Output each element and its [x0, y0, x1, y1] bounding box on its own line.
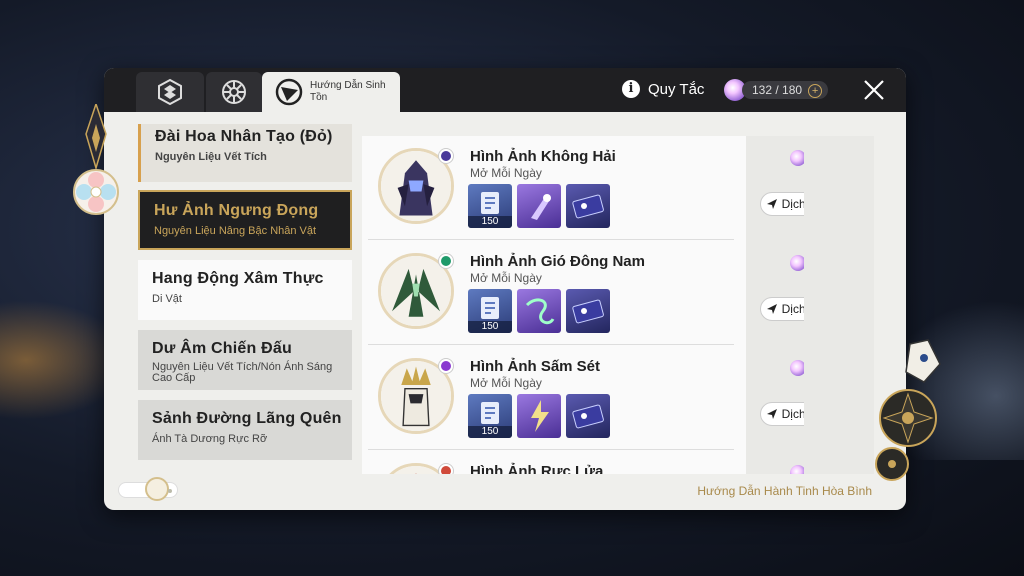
ascension-material-icon — [531, 194, 551, 220]
reward-list: 150 — [468, 289, 610, 333]
list-item: Hình Ảnh Không Hải Mở Mỗi Ngày 150 30 — [362, 136, 804, 240]
sidebar-item-stagnant-shadow[interactable]: Hư Ảnh Ngưng Đọng Nguyên Liệu Nâng Bậc N… — [138, 190, 352, 250]
teleport-icon — [766, 304, 777, 314]
sidebar-item-forgotten-hall[interactable]: Sảnh Đường Lãng Quên Ánh Tà Dương Rực Rỡ — [138, 400, 352, 460]
info-icon: i — [622, 80, 640, 98]
domain-frequency: Mở Mỗi Ngày — [470, 271, 542, 285]
reward-credit-card[interactable] — [566, 184, 610, 228]
trailblaze-power: 132 / 180 + — [724, 79, 829, 101]
energy-value: 132 / 180 — [752, 83, 803, 97]
reward-list: 150 — [468, 184, 610, 228]
power-orb-icon — [790, 150, 804, 166]
sidebar-item-sub: Nguyên Liệu Vết Tích/Nón Ánh Sáng Cao Cấ… — [152, 361, 333, 384]
power-cost: 30 — [790, 465, 804, 474]
teleport-icon — [766, 409, 777, 419]
list-item: Hình Ảnh Gió Đông Nam Mở Mỗi Ngày 150 30 — [362, 241, 804, 345]
rules-button[interactable]: i Quy Tắc — [622, 80, 704, 98]
ornament-flower-left-icon — [73, 104, 119, 215]
element-icon — [438, 148, 454, 164]
tab-cube[interactable] — [136, 72, 204, 112]
close-icon[interactable] — [862, 78, 886, 102]
fuel-card-icon — [572, 194, 604, 219]
footer-guide-title: Hướng Dẫn Hành Tinh Hòa Bình — [697, 484, 872, 498]
domain-frequency: Mở Mỗi Ngày — [470, 166, 542, 180]
emblem-icon — [145, 477, 169, 501]
teleport-button[interactable]: Dịch Chuyển — [760, 297, 804, 321]
teleport-label: Dịch Chuyển — [781, 302, 804, 316]
row-divider — [368, 239, 734, 240]
reward-exp-material[interactable]: 150 — [468, 394, 512, 438]
lightning-material-icon — [531, 400, 549, 432]
rules-label: Quy Tắc — [648, 80, 705, 98]
reward-credit-card[interactable] — [566, 394, 610, 438]
add-energy-button[interactable]: + — [808, 84, 823, 98]
sidebar-item-sub: Di Vật — [152, 293, 182, 305]
list-item: Hình Ảnh Sấm Sét Mở Mỗi Ngày 150 30 — [362, 346, 804, 450]
teleport-label: Dịch Chuyển — [781, 197, 804, 211]
domain-frequency: Mở Mỗi Ngày — [470, 376, 542, 390]
energy-count: 132 / 180 + — [742, 81, 829, 99]
domain-list[interactable]: Hình Ảnh Không Hải Mở Mỗi Ngày 150 30 — [362, 136, 804, 474]
sidebar-item-cavern-of-corrosion[interactable]: Hang Động Xâm Thực Di Vật — [138, 260, 352, 320]
reward-exp-material[interactable]: 150 — [468, 289, 512, 333]
domain-name: Hình Ảnh Sấm Sét — [470, 358, 601, 375]
row-divider — [368, 449, 734, 450]
indicator-dot — [168, 489, 172, 493]
reward-list: 150 — [468, 394, 610, 438]
domain-name: Hình Ảnh Không Hải — [470, 148, 616, 165]
sidebar-item-title: Dư Âm Chiến Đấu — [152, 340, 292, 357]
reward-quantity: 150 — [468, 321, 512, 333]
guide-panel: Hướng Dẫn Sinh Tồn i Quy Tắc 132 / 180 + … — [104, 68, 906, 510]
ornament-flower-right-icon — [875, 339, 941, 481]
power-cost: 30 — [790, 255, 804, 271]
top-bar: Hướng Dẫn Sinh Tồn i Quy Tắc 132 / 180 + — [104, 68, 906, 112]
teleport-label: Dịch Chuyển — [781, 407, 804, 421]
reward-exp-material[interactable]: 150 — [468, 184, 512, 228]
sidebar-item-title: Sảnh Đường Lãng Quên — [152, 410, 342, 427]
teleport-button[interactable]: Dịch Chuyển — [760, 192, 804, 216]
sidebar-item-sub: Nguyên Liệu Vết Tích — [155, 151, 267, 163]
element-icon — [438, 253, 454, 269]
sidebar-item-title: Đài Hoa Nhân Tạo (Đỏ) — [155, 128, 333, 145]
sidebar-item-crimson-calyx[interactable]: Đài Hoa Nhân Tạo (Đỏ) Nguyên Liệu Vết Tí… — [138, 124, 352, 182]
element-icon — [438, 463, 454, 474]
survival-guide-icon — [275, 78, 303, 106]
teleport-button[interactable]: Dịch Chuyển — [760, 402, 804, 426]
reward-quantity: 150 — [468, 216, 512, 228]
list-item: Hình Ảnh Rực Lửa 30 — [362, 451, 804, 474]
tab-survival-guide-label: Hướng Dẫn Sinh Tồn — [310, 80, 386, 103]
reward-ascension-material[interactable] — [517, 289, 561, 333]
reward-credit-card[interactable] — [566, 289, 610, 333]
power-cost: 30 — [790, 360, 804, 376]
sidebar-item-echo-of-war[interactable]: Dư Âm Chiến Đấu Nguyên Liệu Vết Tích/Nón… — [138, 330, 352, 390]
fuel-card-icon — [572, 404, 604, 429]
reward-quantity: 150 — [468, 426, 512, 438]
power-cost: 30 — [790, 150, 804, 166]
domain-name: Hình Ảnh Rực Lửa — [470, 463, 604, 474]
power-orb-icon — [790, 360, 804, 376]
wind-material-icon — [525, 298, 555, 325]
sidebar-item-title: Hang Động Xâm Thực — [152, 270, 324, 287]
tab-compass[interactable] — [206, 72, 262, 112]
power-orb-icon — [790, 255, 804, 271]
row-divider — [368, 344, 734, 345]
compass-icon — [222, 80, 246, 104]
reward-ascension-material[interactable] — [517, 394, 561, 438]
teleport-icon — [766, 199, 777, 209]
sidebar-item-sub: Ánh Tà Dương Rực Rỡ — [152, 433, 268, 445]
reward-ascension-material[interactable] — [517, 184, 561, 228]
sidebar-item-sub: Nguyên Liệu Nâng Bậc Nhân Vật — [154, 225, 317, 237]
element-icon — [438, 358, 454, 374]
fuel-card-icon — [572, 299, 604, 324]
tab-survival-guide[interactable]: Hướng Dẫn Sinh Tồn — [262, 72, 400, 112]
cube-icon — [158, 78, 182, 106]
sidebar-item-title: Hư Ảnh Ngưng Đọng — [154, 202, 319, 219]
page-indicator — [118, 477, 178, 501]
domain-name: Hình Ảnh Gió Đông Nam — [470, 253, 645, 270]
power-orb-icon — [790, 465, 804, 474]
